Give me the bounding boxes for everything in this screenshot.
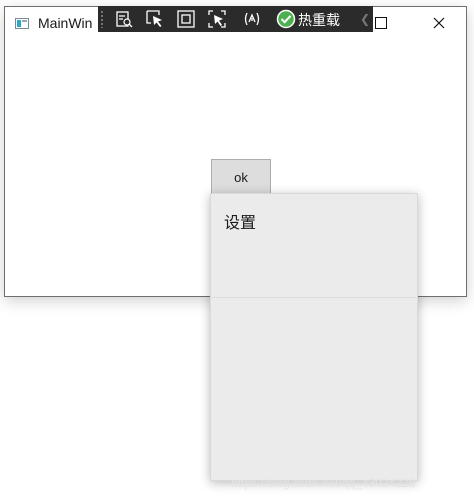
live-visual-tree-icon[interactable] <box>114 9 134 29</box>
popup-item-settings[interactable]: 设置 <box>224 209 256 233</box>
select-element-icon[interactable] <box>145 9 165 29</box>
display-layout-adorners-icon[interactable] <box>176 9 196 29</box>
popup-menu: 设置 <box>210 193 418 481</box>
watermark: https://blog.csdn.net/qq_43024228 <box>231 476 416 490</box>
maximize-button[interactable] <box>375 17 387 29</box>
hot-reload-label: 热重载 <box>298 13 340 29</box>
chevron-left-icon[interactable]: ❮ <box>360 12 370 26</box>
close-icon <box>433 17 445 29</box>
popup-divider <box>211 297 417 298</box>
track-focus-icon[interactable] <box>207 9 227 29</box>
runtime-debug-toolbar: 热重载 ❮ <box>98 6 373 32</box>
toolbar-grip[interactable] <box>100 10 104 28</box>
close-button[interactable] <box>429 13 449 33</box>
check-circle-icon <box>276 9 296 29</box>
binding-failures-icon[interactable] <box>242 9 262 29</box>
window-title: MainWin <box>38 15 93 31</box>
ok-button[interactable]: ok <box>211 159 271 195</box>
app-window-icon <box>15 18 29 29</box>
